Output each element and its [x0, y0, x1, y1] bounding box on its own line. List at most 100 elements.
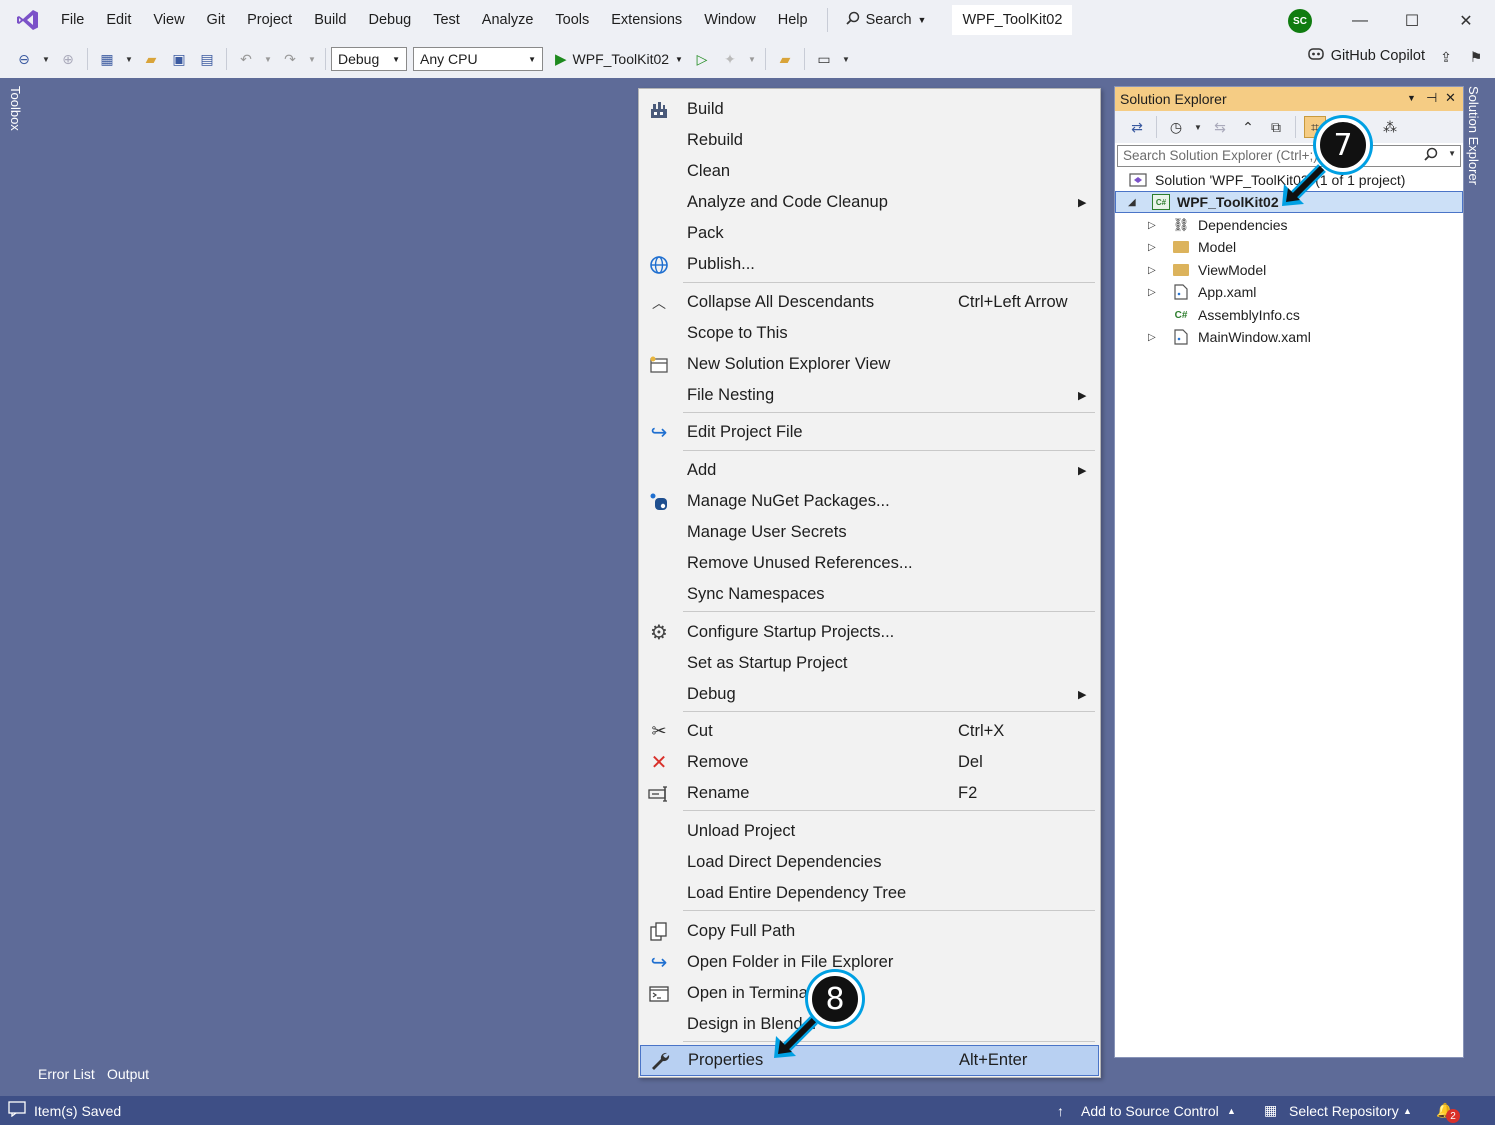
- configuration-dropdown[interactable]: Debug ▼: [331, 47, 407, 71]
- menu-item-pack[interactable]: Pack: [640, 218, 1099, 249]
- menu-item-new-se-view[interactable]: New Solution Explorer View: [640, 349, 1099, 380]
- pending-changes-filter-icon[interactable]: ◷: [1165, 116, 1187, 138]
- github-copilot-button[interactable]: GitHub Copilot: [1307, 46, 1425, 66]
- save-all-icon[interactable]: ▤: [196, 48, 218, 70]
- add-to-source-control-button[interactable]: Add to Source Control: [1081, 1103, 1219, 1119]
- menu-item-add[interactable]: Add ▶: [640, 455, 1099, 486]
- toolbar-overflow-icon[interactable]: ▼: [841, 48, 851, 70]
- menu-item-sync-namespaces[interactable]: Sync Namespaces: [640, 579, 1099, 610]
- menu-item-load-entire-tree[interactable]: Load Entire Dependency Tree: [640, 878, 1099, 909]
- tree-node-mainwindow-xaml[interactable]: ▷ MainWindow.xaml: [1115, 326, 1463, 348]
- save-icon[interactable]: ▣: [168, 48, 190, 70]
- tree-node-model[interactable]: ▷ Model: [1115, 236, 1463, 258]
- menu-item-clean[interactable]: Clean: [640, 156, 1099, 187]
- menu-debug[interactable]: Debug: [357, 5, 422, 35]
- start-debugging-button[interactable]: ▶ WPF_ToolKit02 ▼: [555, 50, 683, 68]
- menu-item-unload-project[interactable]: Unload Project: [640, 816, 1099, 847]
- title-bar: File Edit View Git Project Build Debug T…: [0, 0, 1495, 40]
- back-navigate-icon[interactable]: ⊖: [13, 48, 35, 70]
- window-position-dropdown-icon[interactable]: ▼: [1407, 93, 1416, 103]
- share-icon[interactable]: ⇪: [1435, 46, 1457, 68]
- chevron-down-icon[interactable]: ▼: [747, 48, 757, 70]
- menu-build[interactable]: Build: [303, 5, 357, 35]
- open-folder-icon[interactable]: ▰: [140, 48, 162, 70]
- feedback-icon[interactable]: ⚑: [1465, 46, 1487, 68]
- menu-tools[interactable]: Tools: [544, 5, 600, 35]
- menu-analyze[interactable]: Analyze: [471, 5, 545, 35]
- menu-file[interactable]: File: [50, 5, 95, 35]
- output-tab[interactable]: Output: [107, 1066, 149, 1082]
- menu-item-properties[interactable]: Properties Alt+Enter: [640, 1045, 1099, 1076]
- menu-item-manage-nuget[interactable]: Manage NuGet Packages...: [640, 486, 1099, 517]
- menu-item-configure-startup[interactable]: ⚙ Configure Startup Projects...: [640, 617, 1099, 648]
- menu-git[interactable]: Git: [196, 5, 237, 35]
- menu-item-open-folder-explorer[interactable]: ↪ Open Folder in File Explorer: [640, 947, 1099, 978]
- select-repository-button[interactable]: Select Repository: [1289, 1103, 1399, 1119]
- platform-dropdown[interactable]: Any CPU ▼: [413, 47, 543, 71]
- menu-item-build[interactable]: Build: [640, 94, 1099, 125]
- menu-item-label: Debug: [687, 685, 736, 703]
- tree-node-label: AssemblyInfo.cs: [1198, 307, 1300, 323]
- browse-folder-icon[interactable]: ▰: [774, 48, 796, 70]
- menu-project[interactable]: Project: [236, 5, 303, 35]
- chevron-down-icon[interactable]: ▼: [1193, 116, 1203, 138]
- forward-navigate-icon[interactable]: ⊕: [57, 48, 79, 70]
- maximize-icon[interactable]: ☐: [1392, 6, 1432, 36]
- pin-icon[interactable]: ⊣: [1426, 90, 1437, 106]
- menu-item-edit-project-file[interactable]: ↪ Edit Project File: [640, 417, 1099, 448]
- close-panel-icon[interactable]: ✕: [1445, 90, 1456, 106]
- close-icon[interactable]: ✕: [1446, 6, 1486, 36]
- window-layout-icon[interactable]: ▭: [813, 48, 835, 70]
- menu-help[interactable]: Help: [767, 5, 819, 35]
- search-options-icon[interactable]: ▼: [1448, 149, 1456, 158]
- menu-item-scope-to-this[interactable]: Scope to This: [640, 318, 1099, 349]
- new-project-icon[interactable]: ▦: [96, 48, 118, 70]
- show-all-files-icon[interactable]: ⧉: [1265, 116, 1287, 138]
- tree-node-app-xaml[interactable]: ▷ App.xaml: [1115, 281, 1463, 303]
- sync-with-document-icon[interactable]: ⇆: [1209, 116, 1231, 138]
- menu-item-manage-user-secrets[interactable]: Manage User Secrets: [640, 517, 1099, 548]
- chevron-down-icon[interactable]: ▼: [124, 48, 134, 70]
- search-button[interactable]: Search ▼: [836, 11, 937, 29]
- collapse-all-icon[interactable]: ⌃: [1237, 116, 1259, 138]
- error-list-tab[interactable]: Error List: [38, 1066, 95, 1082]
- tree-node-assemblyinfo[interactable]: C# AssemblyInfo.cs: [1115, 304, 1463, 326]
- menu-item-debug[interactable]: Debug ▶: [640, 679, 1099, 710]
- undo-icon[interactable]: ↶: [235, 48, 257, 70]
- minimize-icon[interactable]: —: [1340, 6, 1380, 36]
- menu-item-set-startup[interactable]: Set as Startup Project: [640, 648, 1099, 679]
- menu-item-rename[interactable]: Rename F2: [640, 778, 1099, 809]
- chevron-down-icon[interactable]: ▼: [41, 48, 51, 70]
- menu-extensions[interactable]: Extensions: [600, 5, 693, 35]
- menu-item-remove[interactable]: ✕ Remove Del: [640, 747, 1099, 778]
- menu-window[interactable]: Window: [693, 5, 767, 35]
- switch-views-icon[interactable]: ⇄: [1126, 116, 1148, 138]
- chevron-down-icon[interactable]: ▼: [263, 48, 273, 70]
- menu-item-remove-unused-refs[interactable]: Remove Unused References...: [640, 548, 1099, 579]
- avatar[interactable]: SC: [1288, 9, 1312, 33]
- start-without-debugging-icon[interactable]: ▷: [691, 48, 713, 70]
- menu-item-open-terminal[interactable]: Open in Terminal: [640, 978, 1099, 1009]
- menu-item-cut[interactable]: ✂ Cut Ctrl+X: [640, 716, 1099, 747]
- properties-icon[interactable]: ⁂: [1379, 116, 1401, 138]
- menu-edit[interactable]: Edit: [95, 5, 142, 35]
- standard-toolbar: ⊖ ▼ ⊕ ▦ ▼ ▰ ▣ ▤ ↶ ▼ ↷ ▼ Debug ▼ Any CPU …: [0, 40, 1495, 78]
- menu-test[interactable]: Test: [422, 5, 471, 35]
- menu-item-collapse-all[interactable]: ︿ Collapse All Descendants Ctrl+Left Arr…: [640, 287, 1099, 318]
- tree-node-dependencies[interactable]: ▷ ⛓ Dependencies: [1115, 214, 1463, 236]
- menu-item-rebuild[interactable]: Rebuild: [640, 125, 1099, 156]
- toolbox-tab[interactable]: Toolbox: [8, 86, 23, 131]
- menu-separator: [826, 8, 828, 32]
- menu-item-publish[interactable]: Publish...: [640, 249, 1099, 280]
- hot-reload-icon[interactable]: ✦: [719, 48, 741, 70]
- menu-view[interactable]: View: [142, 5, 195, 35]
- menu-item-file-nesting[interactable]: File Nesting ▶: [640, 380, 1099, 411]
- redo-icon[interactable]: ↷: [279, 48, 301, 70]
- menu-item-load-direct-deps[interactable]: Load Direct Dependencies: [640, 847, 1099, 878]
- solution-explorer-tab[interactable]: Solution Explorer: [1466, 86, 1481, 185]
- chevron-down-icon[interactable]: ▼: [307, 48, 317, 70]
- menu-item-copy-full-path[interactable]: Copy Full Path: [640, 916, 1099, 947]
- menu-item-design-in-blend[interactable]: Design in Blend...: [640, 1009, 1099, 1040]
- menu-item-analyze-cleanup[interactable]: Analyze and Code Cleanup ▶: [640, 187, 1099, 218]
- tree-node-viewmodel[interactable]: ▷ ViewModel: [1115, 259, 1463, 281]
